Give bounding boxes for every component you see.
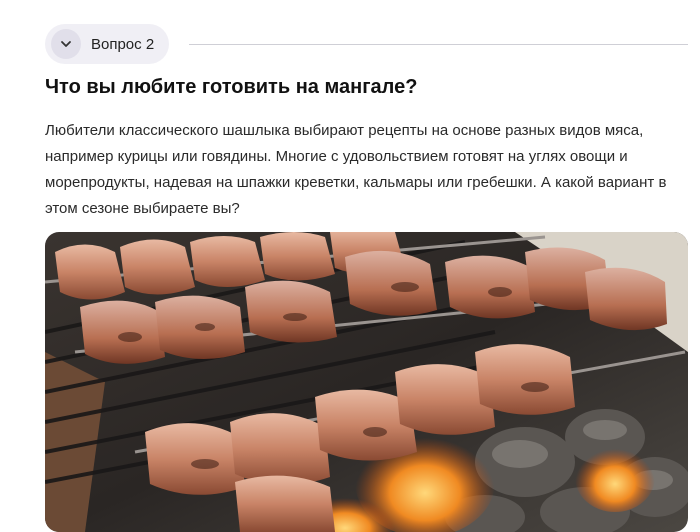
question-header: Вопрос 2 (45, 24, 688, 64)
question-toggle-button[interactable]: Вопрос 2 (45, 24, 170, 64)
grilled-meat-skewers-photo (45, 232, 688, 532)
divider (189, 43, 688, 45)
question-toggle-label: Вопрос 2 (91, 35, 155, 53)
chevron-down-icon (51, 29, 81, 59)
question-title: Что вы любите готовить на мангале? (45, 76, 418, 98)
question-body: Любители классического шашлыка выбирают … (45, 122, 667, 217)
